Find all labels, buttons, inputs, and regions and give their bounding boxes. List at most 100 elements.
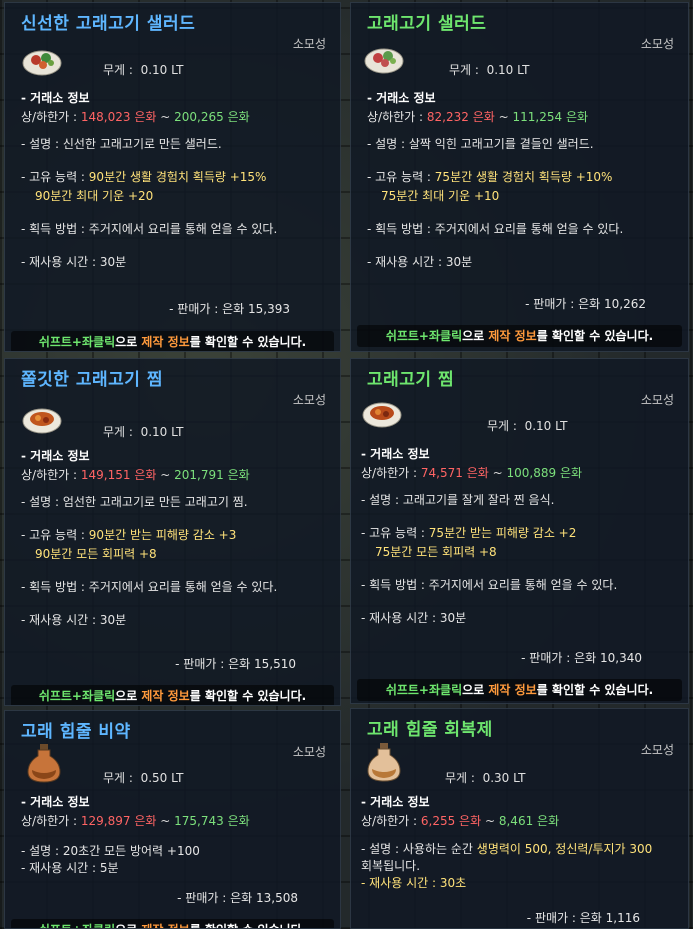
potion-bottle-icon [367, 743, 401, 782]
price-separator: ~ [492, 466, 503, 480]
ability-label: - 고유 능력 : [21, 170, 89, 184]
sale-label: - 판매가 : [521, 651, 571, 665]
price-high: 82,232 은화 [426, 110, 495, 124]
description-prefix: - 설명 : 사용하는 순간 [361, 842, 477, 856]
price-separator: ~ [160, 814, 171, 828]
market-header: - 거래소 정보 [21, 449, 90, 463]
sale-label: - 판매가 : [177, 891, 227, 905]
price-high: 74,571 은화 [420, 466, 489, 480]
sale-label: - 판매가 : [526, 911, 576, 925]
hint-craft: 제작 정보 [141, 335, 190, 349]
market-header: - 거래소 정보 [367, 91, 436, 105]
price-label: 상/하한가 : [21, 110, 78, 124]
ability-line-2: 90분간 모든 회피력 +8 [35, 547, 157, 561]
price-high: 129,897 은화 [80, 814, 157, 828]
weight-label: 무게 : [103, 63, 133, 77]
item-tooltip-whale-tendon-elixir: 고래 힘줄 비약 소모성 무게 : 0.50 LT - 거래소 정보 상/하한가… [4, 710, 341, 929]
weight-label: 무게 : [103, 771, 133, 785]
reuse-line: - 재사용 시간 : 30초 [361, 876, 467, 890]
craft-info-hint: 쉬프트+좌클릭으로 제작 정보를 확인할 수 있습니다. [357, 325, 682, 347]
market-header: - 거래소 정보 [361, 447, 430, 461]
price-low: 201,791 은화 [174, 468, 250, 482]
consumable-label: 소모성 [292, 745, 326, 759]
price-label: 상/하한가 : [361, 466, 418, 480]
reuse-value: 30분 [439, 611, 467, 625]
ability-line-2: 90분간 최대 기운 +20 [35, 189, 154, 203]
weight-label: 무게 : [445, 771, 475, 785]
price-label: 상/하한가 : [367, 110, 424, 124]
description-effect: 생명력이 500, 정신력/투지가 300 [476, 842, 653, 856]
hint-craft: 제작 정보 [488, 683, 537, 697]
ability-line-2: 75분간 최대 기운 +10 [381, 189, 500, 203]
hint-keys: 쉬프트+좌클릭 [38, 689, 116, 703]
obtain-method: - 획득 방법 : 주거지에서 요리를 통해 얻을 수 있다. [367, 222, 624, 236]
weight-value: 0.10 LT [486, 63, 530, 77]
obtain-method: - 획득 방법 : 주거지에서 요리를 통해 얻을 수 있다. [21, 222, 278, 236]
reuse-label: - 재사용 시간 : [361, 611, 437, 625]
market-header: - 거래소 정보 [21, 795, 90, 809]
market-header: - 거래소 정보 [361, 795, 430, 809]
consumable-label: 소모성 [640, 37, 674, 51]
reuse-label: - 재사용 시간 : [21, 255, 97, 269]
hint-end: 를 확인할 수 있습니다. [536, 683, 654, 697]
potion-bottle-icon [27, 744, 61, 783]
sale-value: 은화 10,340 [574, 651, 642, 665]
price-high: 148,023 은화 [80, 110, 157, 124]
sale-value: 은화 13,508 [230, 891, 298, 905]
price-low: 100,889 은화 [506, 466, 583, 480]
item-title: 신선한 고래고기 샐러드 [21, 14, 196, 34]
consumable-label: 소모성 [292, 37, 326, 51]
item-tooltip-whale-tendon-restorative: 고래 힘줄 회복제 소모성 무게 : 0.30 LT - 거래소 정보 상/하한… [350, 708, 689, 929]
ability-line-1: 75분간 생활 경험치 획득량 +10% [434, 170, 613, 184]
ability-line-1: 75분간 받는 피해량 감소 +2 [428, 526, 577, 540]
weight-value: 0.30 LT [482, 771, 526, 785]
hint-end: 를 확인할 수 있습니다. [189, 689, 307, 703]
craft-info-hint: 쉬프트+좌클릭으로 제작 정보를 확인할 수 있습니다. [357, 679, 682, 701]
craft-info-hint: 쉬프트+좌클릭으로 제작 정보를 확인할 수 있습니다. [11, 919, 334, 928]
price-label: 상/하한가 : [21, 814, 78, 828]
hint-keys: 쉬프트+좌클릭 [39, 923, 115, 928]
reuse-label: - 재사용 시간 : [21, 613, 97, 627]
sale-value: 은화 15,510 [228, 657, 296, 671]
price-separator: ~ [498, 110, 509, 124]
reuse-value: 30분 [99, 613, 127, 627]
craft-info-hint: 쉬프트+좌클릭으로 제작 정보를 확인할 수 있습니다. [11, 331, 334, 351]
ability-label: - 고유 능력 : [361, 526, 429, 540]
sale-value: 은화 1,116 [579, 911, 640, 925]
steamed-dish-icon [22, 408, 62, 434]
price-low: 200,265 은화 [174, 110, 250, 124]
ability-line-2: 75분간 모든 회피력 +8 [375, 545, 497, 559]
price-low: 8,461 은화 [498, 814, 560, 828]
salad-icon [364, 48, 404, 74]
hint-text: 으로 [115, 923, 141, 928]
description-continued: 회복됩니다. [361, 859, 421, 873]
reuse-value: 30분 [99, 255, 127, 269]
hint-text: 으로 [115, 689, 142, 703]
sale-label: - 판매가 : [175, 657, 225, 671]
price-low: 175,743 은화 [174, 814, 250, 828]
price-label: 상/하한가 : [21, 468, 78, 482]
description: - 설명 : 살짝 익힌 고래고기를 곁들인 샐러드. [367, 137, 594, 151]
sale-value: 은화 15,393 [222, 302, 290, 316]
weight-value: 0.50 LT [140, 771, 184, 785]
consumable-label: 소모성 [640, 393, 674, 407]
steamed-dish-icon [362, 402, 402, 428]
price-low: 111,254 은화 [512, 110, 589, 124]
item-title: 고래고기 찜 [367, 370, 455, 390]
hint-text: 으로 [462, 329, 489, 343]
sale-label: - 판매가 : [169, 302, 219, 316]
item-tooltip-chewy-whale-steam: 쫄깃한 고래고기 찜 소모성 무게 : 0.10 LT - 거래소 정보 상/하… [4, 358, 341, 706]
price-separator: ~ [160, 468, 171, 482]
sale-label: - 판매가 : [525, 297, 575, 311]
obtain-method: - 획득 방법 : 주거지에서 요리를 통해 얻을 수 있다. [21, 580, 278, 594]
item-tooltip-whale-salad: 고래고기 샐러드 소모성 무게 : 0.10 LT - 거래소 정보 상/하한가… [350, 2, 689, 352]
hint-text: 으로 [115, 335, 142, 349]
consumable-label: 소모성 [292, 393, 326, 407]
sale-value: 은화 10,262 [578, 297, 646, 311]
ability-line-1: 90분간 생활 경험치 획득량 +15% [88, 170, 267, 184]
consumable-label: 소모성 [640, 743, 674, 757]
price-high: 149,151 은화 [80, 468, 157, 482]
market-header: - 거래소 정보 [21, 91, 90, 105]
hint-craft: 제작 정보 [141, 689, 190, 703]
price-high: 6,255 은화 [420, 814, 482, 828]
